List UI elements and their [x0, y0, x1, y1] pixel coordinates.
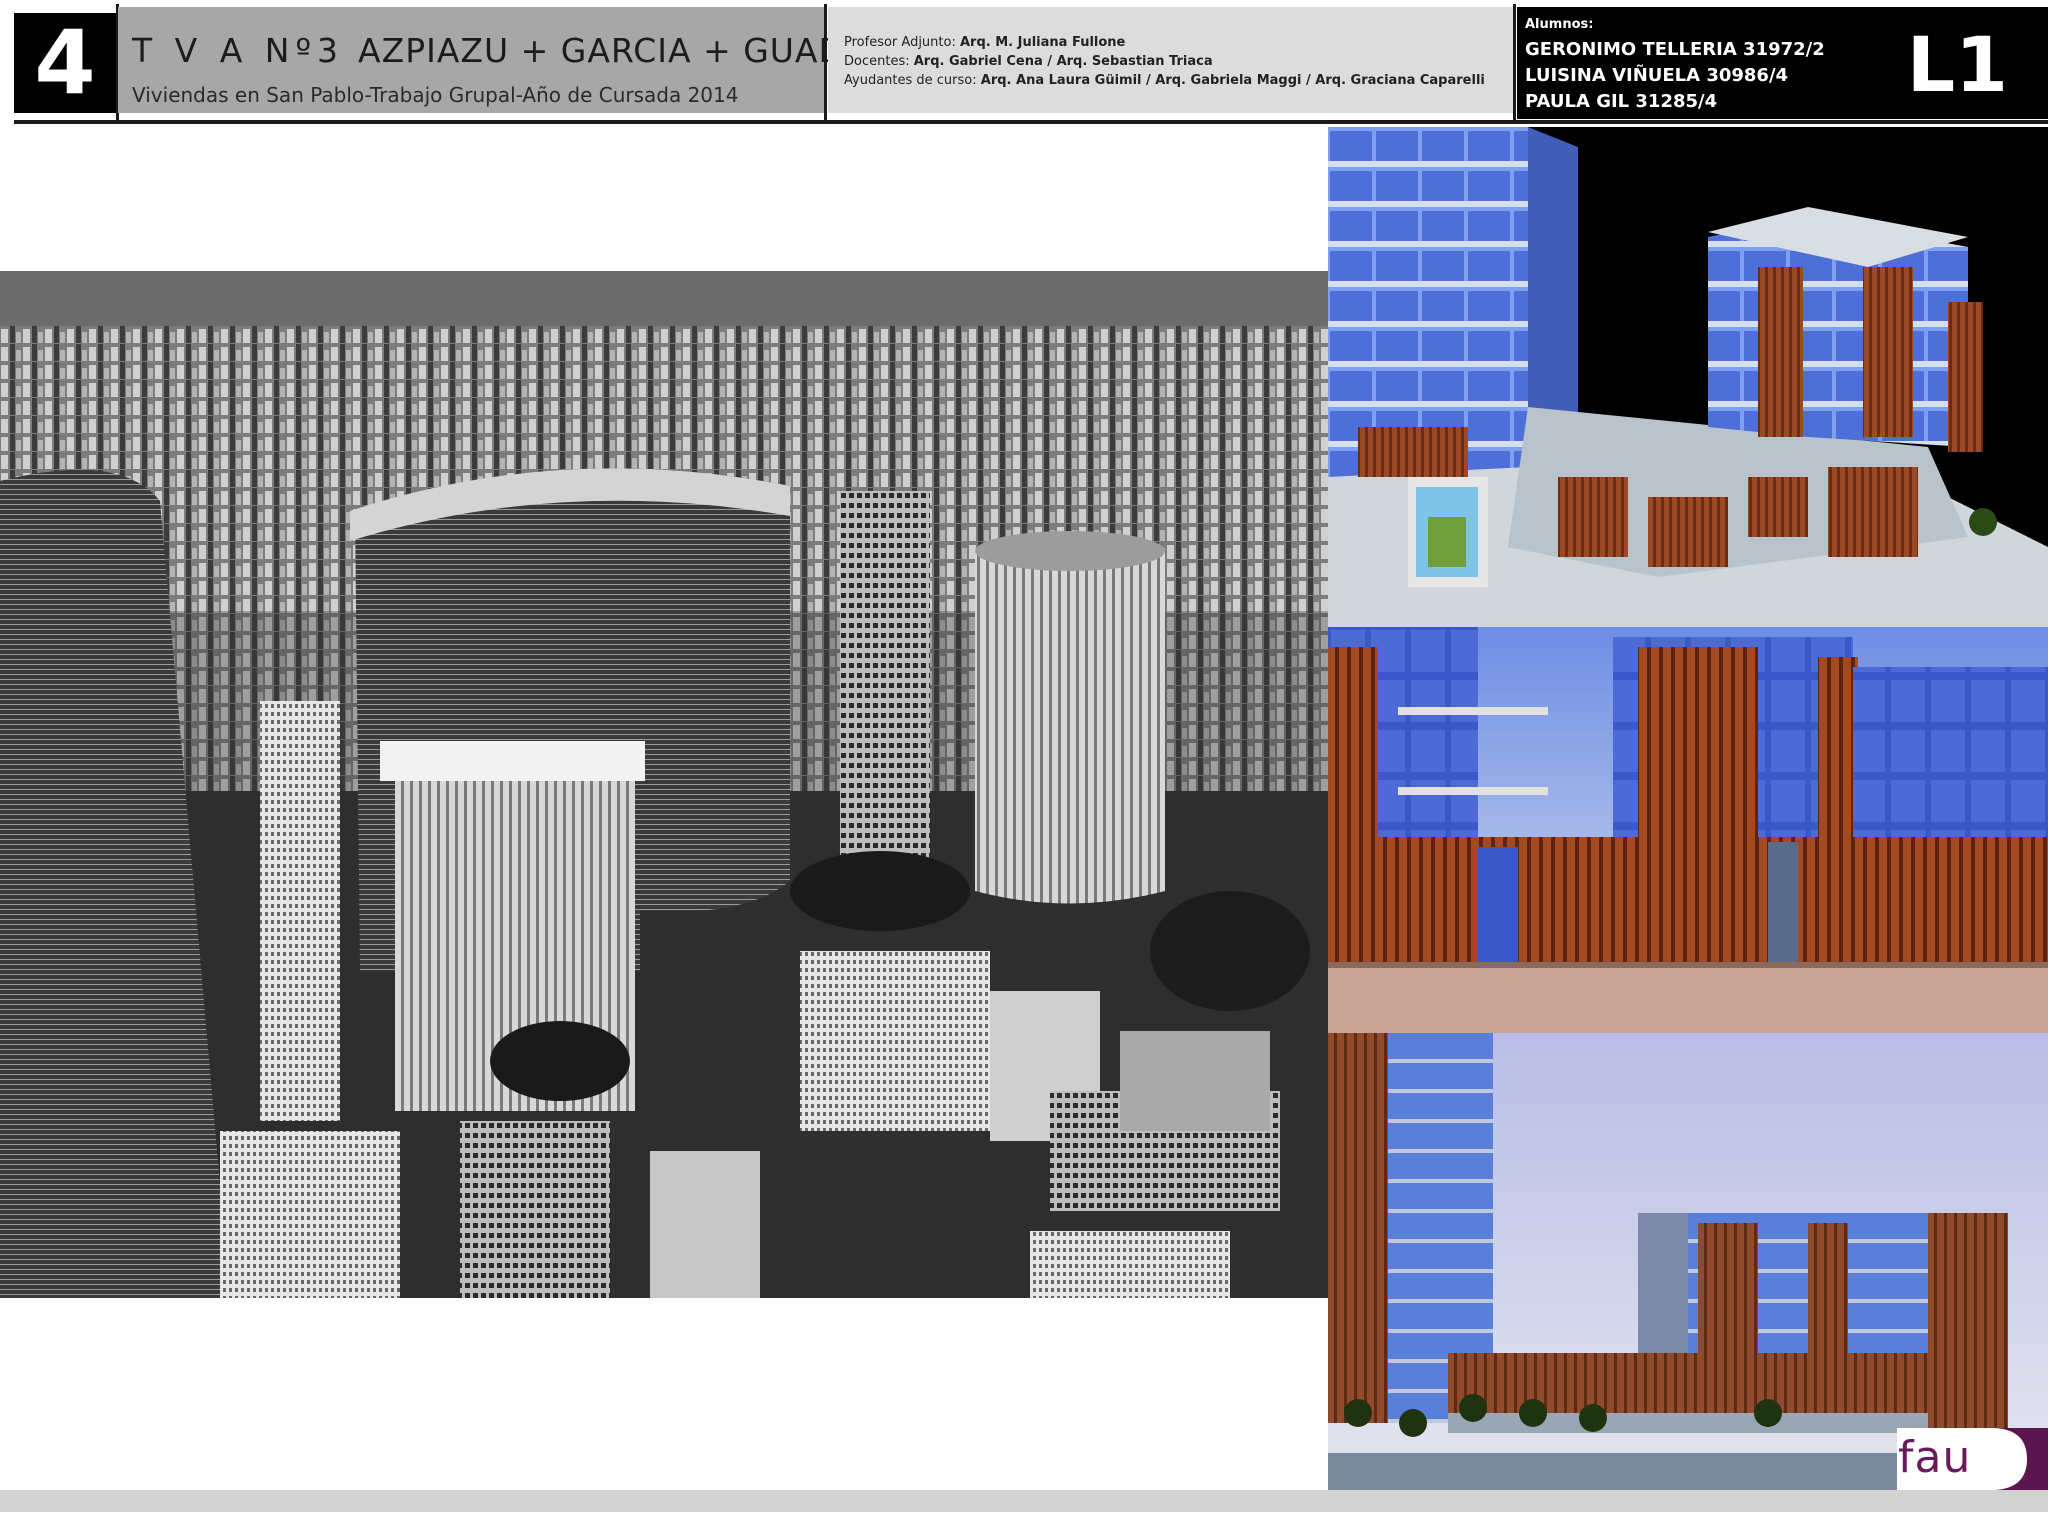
student-name: GERONIMO TELLERIA 31972/2	[1525, 39, 1825, 60]
course-code: T V A Nº3	[132, 31, 345, 70]
render-facade-perspective	[1328, 627, 2048, 1033]
fau-logo-swoosh	[1995, 1428, 2048, 1490]
course-title: T V A Nº3 AZPIAZU + GARCIA + GUADAGNA	[132, 31, 943, 70]
render-aerial-view	[1328, 127, 2048, 627]
render-street-view	[1328, 1033, 2048, 1490]
sheet-number: 4	[14, 13, 116, 113]
title-block: T V A Nº3 AZPIAZU + GARCIA + GUADAGNA Viv…	[118, 7, 942, 113]
staff-row-docentes: Docentes: Arq. Gabriel Cena / Arq. Sebas…	[844, 54, 1213, 69]
footer-bar	[0, 1490, 2048, 1512]
fau-logo: fau	[1897, 1428, 2048, 1490]
staff-value: Arq. Gabriel Cena / Arq. Sebastian Triac…	[913, 54, 1213, 69]
staff-row-ayudantes: Ayudantes de curso: Arq. Ana Laura Güimi…	[844, 73, 1485, 88]
sheet-code: L1	[1906, 20, 2008, 109]
staff-label: Profesor Adjunto:	[844, 35, 960, 50]
fau-logo-text: fau	[1898, 1432, 1972, 1483]
header-divider	[1513, 4, 1516, 124]
staff-value: Arq. Ana Laura Güimil / Arq. Gabriela Ma…	[980, 73, 1485, 88]
student-name: PAULA GIL 31285/4	[1525, 91, 1718, 112]
staff-row-profesor: Profesor Adjunto: Arq. M. Juliana Fullon…	[844, 35, 1125, 50]
header-rule	[14, 120, 2048, 124]
sheet-header: 4 T V A Nº3 AZPIAZU + GARCIA + GUADAGNA V…	[0, 0, 2048, 124]
teaching-staff-block: Profesor Adjunto: Arq. M. Juliana Fullon…	[828, 7, 1513, 113]
students-block: Alumnos: GERONIMO TELLERIA 31972/2 LUISI…	[1517, 7, 2048, 119]
staff-label: Ayudantes de curso:	[844, 73, 981, 88]
aerial-city-photo	[0, 271, 1328, 1298]
students-label: Alumnos:	[1525, 17, 1594, 32]
student-name: LUISINA VIÑUELA 30986/4	[1525, 65, 1789, 86]
header-divider	[824, 4, 827, 124]
project-subtitle: Viviendas en San Pablo-Trabajo Grupal-Añ…	[132, 83, 739, 107]
staff-label: Docentes:	[844, 54, 914, 69]
staff-value: Arq. M. Juliana Fullone	[959, 35, 1126, 50]
